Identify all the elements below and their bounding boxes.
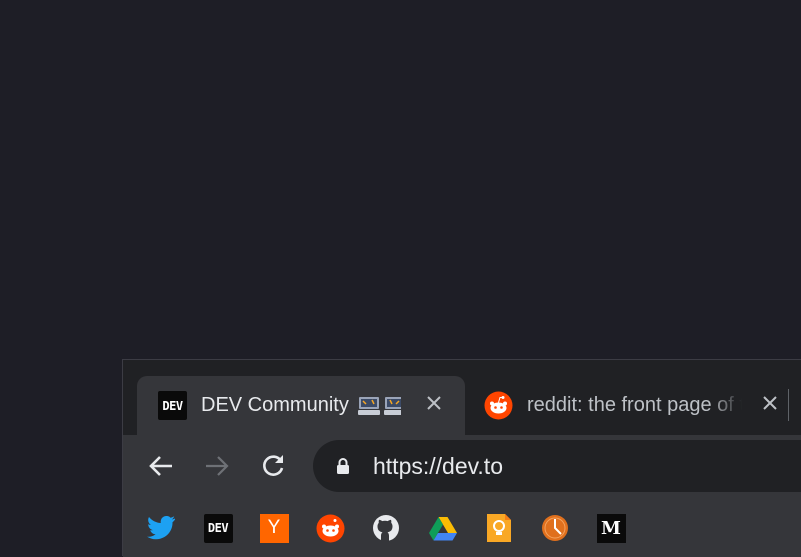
- forward-button[interactable]: [201, 450, 233, 482]
- browser-window: DEV DEV Community reddit: the front page…: [122, 359, 801, 557]
- close-tab-button[interactable]: [759, 392, 781, 414]
- toolbar: https://dev.to DEV Y M: [123, 435, 801, 557]
- dev-icon: DEV: [203, 513, 233, 543]
- tab-title: reddit: the front page of the internet: [527, 394, 742, 416]
- bookmarks-bar: DEV Y M: [123, 507, 801, 547]
- back-button[interactable]: [145, 450, 177, 482]
- producthunt-icon: [542, 515, 568, 541]
- bookmark-keep[interactable]: [483, 512, 515, 544]
- dev-favicon: DEV: [158, 391, 187, 420]
- reload-icon: [263, 455, 284, 476]
- bookmark-hacker-news[interactable]: Y: [258, 512, 290, 544]
- reddit-icon: [484, 391, 513, 420]
- bookmark-medium[interactable]: M: [595, 512, 627, 544]
- tab-title: DEV Community: [201, 394, 349, 416]
- reload-button[interactable]: [257, 450, 289, 482]
- twitter-icon: [147, 515, 175, 540]
- google-drive-icon: [429, 516, 457, 540]
- bookmark-producthunt[interactable]: [539, 512, 571, 544]
- arrow-left-icon: [149, 456, 172, 476]
- close-icon: [763, 396, 777, 410]
- address-bar[interactable]: https://dev.to: [313, 440, 801, 492]
- close-icon: [427, 396, 441, 410]
- bookmark-github[interactable]: [370, 512, 402, 544]
- tab-reddit[interactable]: reddit: the front page of the internet: [466, 376, 787, 435]
- tab-dev-community[interactable]: DEV DEV Community: [137, 376, 465, 435]
- close-tab-button[interactable]: [423, 392, 445, 414]
- url-text: https://dev.to: [373, 453, 503, 479]
- medium-icon: M: [596, 513, 626, 543]
- laptop-emoji-icon: [384, 396, 401, 415]
- arrow-right-icon: [206, 456, 229, 476]
- bookmark-reddit[interactable]: [314, 512, 346, 544]
- bookmark-dev[interactable]: DEV: [202, 512, 234, 544]
- hacker-news-icon: Y: [259, 513, 289, 543]
- lock-icon: [337, 458, 349, 474]
- keep-icon: [487, 514, 511, 542]
- bookmark-google-drive[interactable]: [427, 512, 459, 544]
- laptop-emoji-icon: [358, 396, 381, 415]
- tab-strip: DEV DEV Community reddit: the front page…: [123, 360, 801, 435]
- reddit-icon: [316, 514, 344, 542]
- reddit-favicon: [484, 391, 513, 420]
- tab-divider: [788, 389, 789, 421]
- github-icon: [373, 515, 399, 541]
- bookmark-twitter[interactable]: [145, 512, 177, 544]
